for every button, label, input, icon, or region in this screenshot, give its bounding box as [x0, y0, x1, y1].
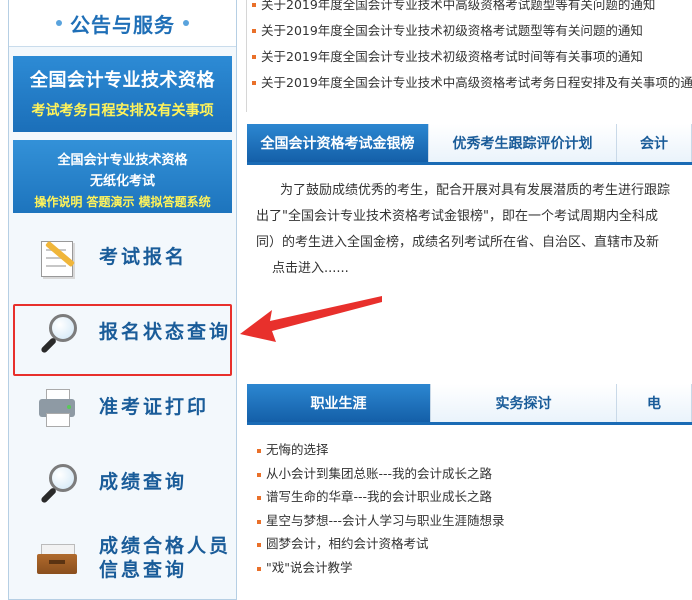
menu-item-admission-print[interactable]: 准考证打印 — [13, 372, 232, 442]
inbox-tray-icon — [35, 536, 79, 580]
highlight-box — [13, 304, 232, 376]
paperless-exam-banner[interactable]: 全国会计专业技术资格 无纸化考试 操作说明 答题演示 模拟答题系统 — [13, 140, 232, 213]
career-tabbar: 职业生涯 实务探讨 电 — [247, 384, 692, 425]
tab-career[interactable]: 职业生涯 — [247, 384, 431, 422]
list-item[interactable]: 圆梦会计，相约会计资格考试 — [252, 532, 692, 556]
printer-icon — [35, 385, 79, 429]
list-item[interactable]: 星空与梦想---会计人学习与职业生涯随想录 — [252, 509, 692, 533]
menu-item-registration[interactable]: 考试报名 — [13, 222, 232, 292]
banner-subtitle: 无纸化考试 — [89, 174, 155, 189]
menu-item-label: 考试报名 — [99, 246, 188, 268]
menu-item-label: 成绩合格人员 信息查询 — [99, 535, 232, 581]
tab-tracking-plan[interactable]: 优秀考生跟踪评价计划 — [429, 124, 617, 162]
career-article-list: 无悔的选择 从小会计到集团总账---我的会计成长之路 谱写生命的华章---我的会… — [252, 438, 692, 580]
list-item[interactable]: 从小会计到集团总账---我的会计成长之路 — [252, 462, 692, 486]
banner-title: 全国会计专业技术资格 — [57, 153, 188, 168]
description-line: 同）的考生进入全国金榜，成绩名列考试所在省、自治区、直辖市及新 — [256, 235, 660, 250]
tab-honor-roll[interactable]: 全国会计资格考试金银榜 — [247, 124, 429, 162]
honor-tabbar: 全国会计资格考试金银榜 优秀考生跟踪评价计划 会计 — [247, 124, 692, 165]
notice-list: 关于2019年度全国会计专业技术中高级资格考试题型等有关问题的通知 关于2019… — [246, 0, 692, 112]
tab-accounting[interactable]: 会计 — [617, 124, 692, 162]
header-dot-icon — [183, 20, 189, 26]
list-item[interactable]: 关于2019年度全国会计专业技术中高级资格考试题型等有关问题的通知 — [247, 0, 692, 18]
sidebar-title: 公告与服务 — [70, 12, 175, 37]
menu-item-qualified-query[interactable]: 成绩合格人员 信息查询 — [13, 523, 232, 593]
list-item[interactable]: "戏"说会计教学 — [252, 556, 692, 580]
tab-more[interactable]: 电 — [617, 384, 692, 422]
list-item[interactable]: 关于2019年度全国会计专业技术中高级资格考试考务日程安排及有关事项的通知 — [247, 70, 692, 96]
pointer-arrow-icon — [240, 296, 382, 342]
tab-practice[interactable]: 实务探讨 — [431, 384, 617, 422]
menu-item-label: 准考证打印 — [99, 396, 210, 418]
banner-title: 全国会计专业技术资格 — [30, 70, 215, 91]
registration-form-icon — [35, 235, 79, 279]
description-line: 为了鼓励成绩优秀的考生，配合开展对具有发展潜质的考生进行跟踪 — [280, 183, 671, 198]
menu-item-label: 成绩查询 — [99, 471, 188, 493]
description-line: 出了"全国会计专业技术资格考试金银榜"，即在一个考试周期内全科成 — [256, 209, 658, 224]
magnifier-icon — [35, 460, 79, 504]
honor-roll-description: 为了鼓励成绩优秀的考生，配合开展对具有发展潜质的考生进行跟踪 出了"全国会计专业… — [256, 178, 692, 282]
service-sidebar: 公告与服务 全国会计专业技术资格 考试考务日程安排及有关事项 全国会计专业技术资… — [8, 0, 237, 600]
enter-link[interactable]: 点击进入...... — [256, 256, 692, 282]
banner-links: 操作说明 答题演示 模拟答题系统 — [34, 195, 211, 209]
list-item[interactable]: 无悔的选择 — [252, 438, 692, 462]
list-item[interactable]: 谱写生命的华章---我的会计职业成长之路 — [252, 485, 692, 509]
sidebar-header: 公告与服务 — [9, 0, 236, 47]
list-item[interactable]: 关于2019年度全国会计专业技术初级资格考试题型等有关问题的通知 — [247, 18, 692, 44]
list-item[interactable]: 关于2019年度全国会计专业技术初级资格考试时间等有关事项的通知 — [247, 44, 692, 70]
exam-schedule-banner[interactable]: 全国会计专业技术资格 考试考务日程安排及有关事项 — [13, 56, 232, 132]
banner-subtitle: 考试考务日程安排及有关事项 — [31, 103, 214, 119]
menu-item-score-query[interactable]: 成绩查询 — [13, 447, 232, 517]
header-dot-icon — [56, 20, 62, 26]
